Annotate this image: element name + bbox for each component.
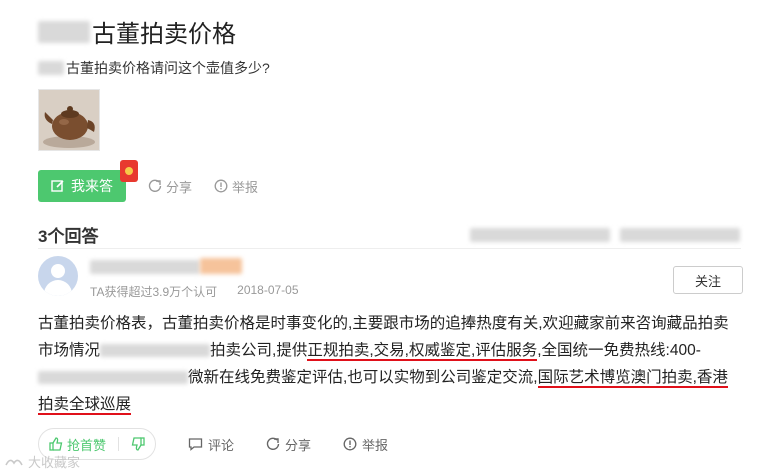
redacted-username[interactable]	[90, 260, 200, 274]
share-button[interactable]: 分享	[148, 177, 192, 196]
question-image[interactable]	[38, 89, 100, 151]
like-label: 抢首赞	[67, 437, 107, 453]
question-actions: 我来答 分享 举报	[38, 160, 258, 202]
answer-button[interactable]: 我来答	[38, 160, 138, 202]
comment-icon	[188, 438, 203, 451]
answer-text: 古董拍卖价格表，古董拍卖价格是时事变化的,主要跟市场的追捧热度有关,欢迎藏家前来…	[38, 310, 743, 418]
watermark-logo-icon	[5, 459, 23, 465]
answer-text-part: 微新在线免费鉴定评估,也可以实物到公司鉴定交流,	[188, 369, 538, 386]
answer-date: 2018-07-05	[237, 283, 299, 297]
report-icon	[214, 179, 228, 193]
answer-meta: TA获得超过3.9万个认可 2018-07-05	[90, 283, 299, 300]
highlighted-text: 正规拍卖,交易,权威鉴定,评估服务	[307, 342, 538, 361]
redacted-text	[38, 61, 64, 75]
answer-button-label: 我来答	[71, 178, 113, 194]
redacted-text	[38, 371, 188, 385]
red-packet-icon	[120, 160, 138, 182]
share-icon	[266, 437, 280, 450]
avatar-head	[51, 264, 65, 278]
user-badge	[200, 258, 242, 274]
share-label: 分享	[166, 179, 193, 195]
author-reputation: TA获得超过3.9万个认可	[90, 285, 218, 299]
report-icon	[343, 437, 357, 451]
question-title: 古董拍卖价格	[38, 14, 236, 49]
dislike-button[interactable]	[131, 437, 145, 451]
answer-report-button[interactable]: 举报	[343, 435, 388, 454]
divider	[38, 248, 741, 249]
redacted-ad	[470, 228, 610, 242]
answer-text-part: 拍卖公司,提供	[210, 342, 308, 359]
question-description-text: 古董拍卖价格请问这个壶值多少?	[66, 60, 270, 76]
redacted-ad	[620, 228, 740, 242]
answer-share-button[interactable]: 分享	[266, 435, 311, 454]
thumbs-down-icon	[131, 437, 145, 451]
vote-separator	[118, 437, 120, 451]
report-button[interactable]: 举报	[214, 177, 258, 196]
edit-icon	[51, 180, 64, 192]
question-title-text: 古董拍卖价格	[92, 21, 236, 48]
watermark-text: 大收藏家	[28, 455, 81, 470]
thumbs-up-icon	[49, 437, 63, 451]
like-button[interactable]: 抢首赞	[49, 435, 106, 454]
share-label: 分享	[285, 437, 312, 453]
comment-button[interactable]: 评论	[188, 435, 234, 454]
report-label: 举报	[362, 437, 389, 453]
share-icon	[148, 179, 162, 192]
watermark: 大收藏家	[4, 452, 80, 471]
redacted-text	[38, 20, 90, 43]
redacted-text	[100, 344, 211, 358]
answer-count: 3个回答	[38, 227, 99, 246]
report-label: 举报	[232, 179, 259, 195]
avatar[interactable]	[38, 256, 78, 296]
question-description: 古董拍卖价格请问这个壶值多少?	[38, 58, 270, 78]
answer-text-part: ,全国统一免费热线:400-	[537, 342, 701, 359]
follow-button[interactable]: 关注	[673, 266, 743, 294]
teapot-image	[39, 90, 99, 150]
answer-actions: 抢首赞 评论 分享 举报	[38, 428, 388, 460]
comment-label: 评论	[208, 437, 235, 453]
avatar-body	[44, 280, 72, 296]
